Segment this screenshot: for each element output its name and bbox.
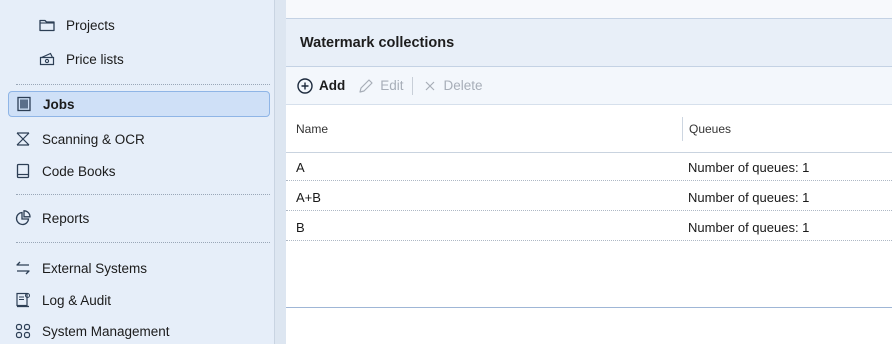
pie-chart-icon xyxy=(14,209,32,227)
sidebar-item-label: Reports xyxy=(42,210,90,226)
cell-queues: Number of queues: 1 xyxy=(688,159,810,175)
grid-icon xyxy=(14,322,32,340)
toolbar: Add Edit Delete xyxy=(286,67,892,105)
sidebar-item-label: Code Books xyxy=(42,163,116,179)
sync-arrows-icon xyxy=(14,259,32,277)
sidebar-item-label: Projects xyxy=(66,17,115,33)
pencil-icon xyxy=(357,77,375,95)
folder-icon xyxy=(38,16,56,34)
panel-title: Watermark collections xyxy=(300,34,455,51)
cell-queues: Number of queues: 1 xyxy=(688,189,810,205)
log-icon xyxy=(14,291,32,309)
add-button-label: Add xyxy=(319,78,346,93)
add-button[interactable]: Add xyxy=(296,77,345,95)
sidebar-divider xyxy=(16,84,270,85)
sidebar: Projects Price lists Jobs Scanning & OCR… xyxy=(0,0,274,344)
delete-button[interactable]: Delete xyxy=(421,77,483,95)
cell-name: A xyxy=(296,159,305,175)
scanner-icon xyxy=(14,130,32,148)
sidebar-item-label: Scanning & OCR xyxy=(42,131,145,147)
table-row[interactable]: A Number of queues: 1 xyxy=(286,153,892,181)
code-book-icon xyxy=(14,162,32,180)
sidebar-divider xyxy=(16,242,270,243)
sidebar-item-price-lists[interactable]: Price lists xyxy=(38,46,270,72)
jobs-icon xyxy=(15,95,33,113)
edit-button-label: Edit xyxy=(380,78,404,93)
sidebar-item-log-audit[interactable]: Log & Audit xyxy=(14,287,270,313)
column-header-queues[interactable]: Queues xyxy=(682,117,731,141)
column-header-name[interactable]: Name xyxy=(296,105,328,153)
table-row[interactable]: A+B Number of queues: 1 xyxy=(286,183,892,211)
sidebar-item-label: System Management xyxy=(42,323,170,339)
sidebar-item-label: Price lists xyxy=(66,51,124,67)
cell-name: B xyxy=(296,219,305,235)
sidebar-item-external-systems[interactable]: External Systems xyxy=(14,255,270,281)
sidebar-item-code-books[interactable]: Code Books xyxy=(14,158,270,184)
edit-button[interactable]: Edit xyxy=(357,77,404,95)
sidebar-item-jobs[interactable]: Jobs xyxy=(8,91,270,117)
sidebar-item-label: External Systems xyxy=(42,260,148,276)
table-header: Name Queues xyxy=(286,105,892,153)
sidebar-item-label: Jobs xyxy=(43,96,75,112)
toolbar-separator xyxy=(411,76,413,95)
watermark-collections-panel: Watermark collections Add Edit Delete Na… xyxy=(286,18,892,308)
cell-queues: Number of queues: 1 xyxy=(688,219,810,235)
main-content: Watermark collections Add Edit Delete Na… xyxy=(286,0,892,344)
cell-name: A+B xyxy=(296,189,321,205)
panel-header: Watermark collections xyxy=(286,19,892,67)
close-icon xyxy=(421,77,439,95)
sidebar-divider xyxy=(16,194,270,195)
table-row[interactable]: B Number of queues: 1 xyxy=(286,213,892,241)
price-list-icon xyxy=(38,50,56,68)
sidebar-item-label: Log & Audit xyxy=(42,292,112,308)
sidebar-splitter[interactable] xyxy=(274,0,286,344)
sidebar-item-reports[interactable]: Reports xyxy=(14,205,270,231)
add-circle-icon xyxy=(296,77,314,95)
delete-button-label: Delete xyxy=(443,78,483,93)
sidebar-item-projects[interactable]: Projects xyxy=(38,12,270,38)
sidebar-item-system-management[interactable]: System Management xyxy=(14,318,270,344)
sidebar-item-scanning-ocr[interactable]: Scanning & OCR xyxy=(14,126,270,152)
top-strip xyxy=(286,0,892,18)
